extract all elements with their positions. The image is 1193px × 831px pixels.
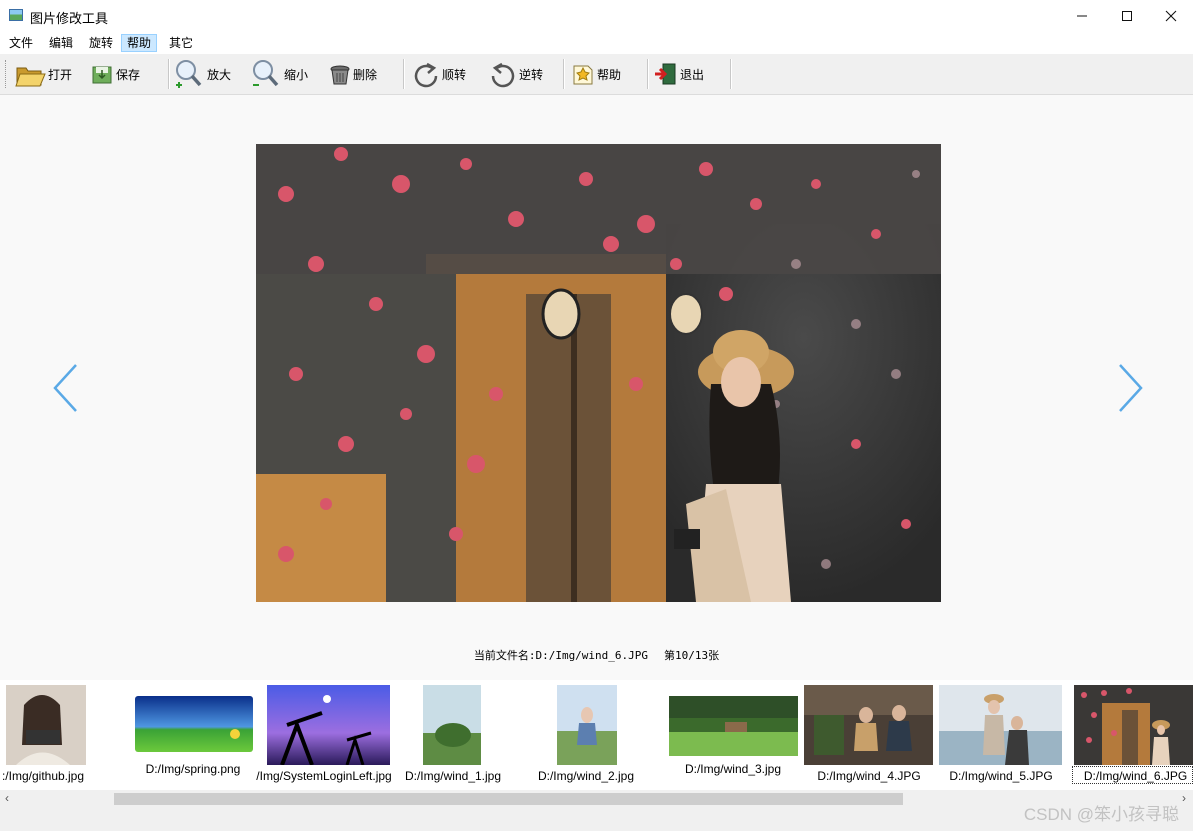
toolbar-separator bbox=[647, 59, 649, 89]
delete-label: 删除 bbox=[353, 67, 378, 82]
thumbnail-caption: D:/Img/spring.png bbox=[145, 762, 241, 776]
save-button[interactable]: 保存 bbox=[90, 58, 140, 90]
photo-rose-wall-woman bbox=[256, 144, 941, 602]
menu-rotate[interactable]: 旋转 bbox=[84, 34, 118, 52]
thumbnail-caption: D:/Img/wind_4.JPG bbox=[817, 769, 921, 783]
thumbnail-image bbox=[939, 685, 1062, 765]
rotate-counterclockwise-icon bbox=[491, 62, 515, 88]
thumbnail-image bbox=[669, 696, 798, 756]
thumbnail-item[interactable]: D:/Img/wind_1.jpg bbox=[400, 680, 506, 785]
help-button[interactable]: 帮助 bbox=[571, 58, 621, 90]
thumbnail-image bbox=[6, 685, 86, 765]
thumbnail-strip: :/Img/github.jpg D:/Img/spring.png /Img/… bbox=[0, 680, 1193, 790]
menu-other[interactable]: 其它 bbox=[164, 34, 198, 52]
rotate-ccw-button[interactable]: 逆转 bbox=[489, 58, 543, 90]
thumbnail-item[interactable]: D:/Img/wind_5.JPG bbox=[936, 680, 1066, 785]
toolbar-separator bbox=[168, 59, 170, 89]
folder-open-icon bbox=[15, 67, 46, 87]
scroll-right-icon[interactable]: › bbox=[1182, 791, 1186, 805]
watermark: CSDN @笨小孩寻聪 bbox=[1023, 805, 1179, 824]
thumbnail-caption: /Img/SystemLoginLeft.jpg bbox=[256, 769, 392, 783]
thumbnail-caption: :/Img/github.jpg bbox=[1, 769, 85, 783]
help-icon bbox=[573, 65, 593, 85]
thumbnail-item[interactable]: D:/Img/spring.png bbox=[131, 680, 255, 785]
image-viewer: 当前文件名:D:/Img/wind_6.JPG 第10/13张 bbox=[0, 95, 1193, 680]
toolbar-grip[interactable] bbox=[5, 60, 9, 88]
thumbnail-caption: D:/Img/wind_3.jpg bbox=[684, 762, 782, 776]
status-bar bbox=[0, 808, 1193, 831]
rotate-clockwise-icon bbox=[414, 62, 438, 88]
thumbnail-item[interactable]: D:/Img/wind_3.jpg bbox=[663, 680, 803, 785]
chevron-right-icon bbox=[1119, 364, 1143, 412]
menu-file[interactable]: 文件 bbox=[4, 34, 38, 52]
open-label: 打开 bbox=[48, 67, 73, 82]
scroll-left-icon[interactable]: ‹ bbox=[5, 791, 9, 805]
thumbnail-caption: D:/Img/wind_6.JPG bbox=[1083, 769, 1188, 783]
thumbnail-item[interactable]: D:/Img/wind_2.jpg bbox=[530, 680, 642, 785]
next-image-button[interactable] bbox=[1116, 363, 1144, 416]
thumbnail-image bbox=[804, 685, 933, 765]
save-icon bbox=[92, 66, 112, 84]
help-label: 帮助 bbox=[597, 67, 622, 82]
thumbnail-image bbox=[1074, 685, 1193, 765]
exit-button[interactable]: 退出 bbox=[654, 58, 704, 90]
rotate-ccw-label: 逆转 bbox=[519, 67, 544, 82]
maximize-button[interactable] bbox=[1104, 0, 1150, 32]
menu-help[interactable]: 帮助 bbox=[121, 34, 158, 52]
zoom-in-label: 放大 bbox=[207, 67, 232, 82]
rotate-cw-label: 顺转 bbox=[442, 67, 467, 82]
zoom-in-button[interactable]: 放大 bbox=[173, 58, 231, 90]
save-label: 保存 bbox=[116, 67, 141, 82]
thumbnail-caption: D:/Img/wind_1.jpg bbox=[404, 769, 502, 783]
scrollbar-thumb[interactable] bbox=[114, 793, 903, 805]
thumbnail-caption: D:/Img/wind_2.jpg bbox=[537, 769, 635, 783]
close-button[interactable] bbox=[1148, 0, 1193, 32]
chevron-left-icon bbox=[53, 364, 77, 412]
status-line: 当前文件名:D:/Img/wind_6.JPG 第10/13张 bbox=[0, 647, 1193, 663]
prev-image-button[interactable] bbox=[52, 363, 80, 416]
current-file-name: 当前文件名:D:/Img/wind_6.JPG bbox=[473, 649, 649, 662]
thumbnail-caption: D:/Img/wind_5.JPG bbox=[949, 769, 1053, 783]
zoom-out-label: 缩小 bbox=[284, 67, 309, 82]
thumbnail-scrollbar[interactable]: ‹ › bbox=[0, 790, 1193, 808]
thumbnail-item[interactable]: /Img/SystemLoginLeft.jpg bbox=[256, 680, 399, 785]
minimize-button[interactable] bbox=[1059, 0, 1105, 32]
window-title: 图片修改工具 bbox=[30, 11, 109, 26]
menu-bar: 文件 编辑 旋转 帮助 其它 bbox=[0, 32, 1193, 54]
main-image bbox=[256, 144, 941, 602]
open-button[interactable]: 打开 bbox=[14, 58, 72, 90]
minimize-icon bbox=[1077, 15, 1087, 17]
zoom-out-icon bbox=[253, 60, 279, 87]
exit-icon bbox=[655, 63, 676, 85]
rotate-cw-button[interactable]: 顺转 bbox=[412, 58, 466, 90]
thumbnail-item[interactable]: :/Img/github.jpg bbox=[0, 680, 98, 785]
toolbar-separator bbox=[730, 59, 732, 89]
toolbar-separator bbox=[403, 59, 405, 89]
thumbnail-item-selected[interactable]: D:/Img/wind_6.JPG bbox=[1072, 680, 1193, 785]
trash-icon bbox=[330, 65, 350, 85]
maximize-icon bbox=[1122, 11, 1132, 21]
thumbnail-image bbox=[557, 685, 617, 765]
close-icon bbox=[1165, 10, 1177, 22]
thumbnail-item[interactable]: D:/Img/wind_4.JPG bbox=[804, 680, 934, 785]
thumbnail-image bbox=[267, 685, 390, 765]
menu-edit[interactable]: 编辑 bbox=[44, 34, 78, 52]
zoom-in-icon bbox=[176, 60, 202, 88]
thumbnail-image bbox=[135, 696, 253, 752]
thumbnail-image bbox=[423, 685, 481, 765]
app-icon bbox=[9, 9, 23, 21]
title-bar: 图片修改工具 bbox=[0, 0, 1193, 32]
exit-label: 退出 bbox=[680, 67, 705, 82]
delete-button[interactable]: 删除 bbox=[329, 58, 377, 90]
toolbar: 打开 保存 放大 缩小 删除 顺转 逆转 帮助 退出 bbox=[0, 54, 1193, 95]
image-position: 第10/13张 bbox=[664, 649, 720, 662]
zoom-out-button[interactable]: 缩小 bbox=[250, 58, 308, 90]
toolbar-separator bbox=[563, 59, 565, 89]
